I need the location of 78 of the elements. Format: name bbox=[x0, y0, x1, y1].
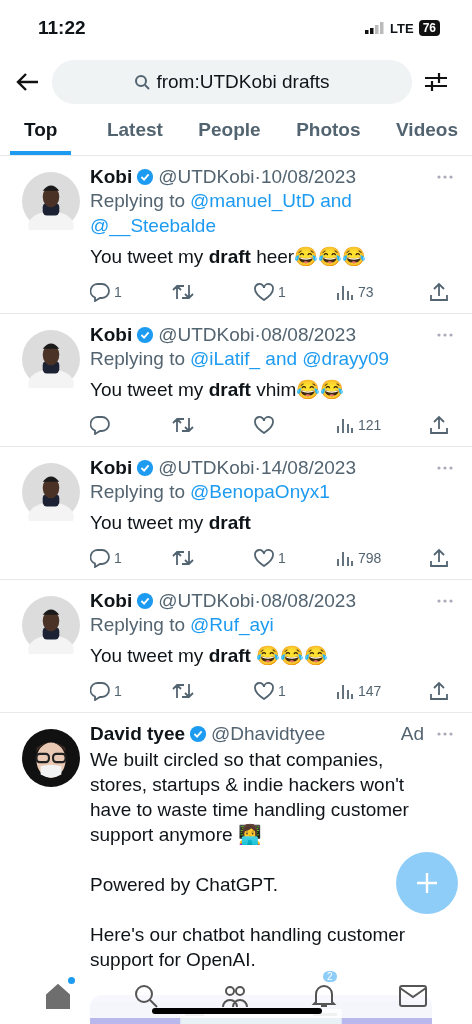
views-chart-icon[interactable] bbox=[336, 283, 354, 301]
ad-label: Ad bbox=[400, 723, 424, 745]
like-count: 1 bbox=[278, 284, 286, 300]
search-field[interactable]: from:UTDKobi drafts bbox=[52, 60, 412, 104]
author-name[interactable]: Kobi bbox=[90, 166, 133, 188]
author-handle: @UTDKobi·10/08/2023 bbox=[158, 166, 356, 188]
replying-to-label: Replying to bbox=[90, 480, 186, 504]
search-icon bbox=[134, 74, 151, 90]
share-icon[interactable] bbox=[430, 415, 448, 435]
filter-sliders-icon[interactable] bbox=[424, 71, 448, 93]
avatar[interactable] bbox=[22, 330, 80, 388]
retweet-icon[interactable] bbox=[172, 681, 194, 701]
search-tab[interactable]: Top bbox=[10, 108, 72, 155]
ad-text: We built circled so that companies, stores, startups & indie hackers won't have to waste time handling customer support anymore 👩‍💻 bbox=[90, 748, 410, 847]
notification-badge: 2 bbox=[323, 971, 337, 982]
tweet-text: You tweet my draft heer😂😂😂 bbox=[90, 245, 368, 269]
author-handle: @UTDKobi·14/08/2023 bbox=[158, 457, 356, 479]
heart-icon[interactable] bbox=[254, 549, 274, 567]
battery-level: 76 bbox=[418, 20, 440, 36]
tweet-text: You tweet my draft vhim😂😂 bbox=[90, 378, 346, 402]
author-handle: @UTDKobi·08/08/2023 bbox=[158, 324, 356, 346]
avatar[interactable] bbox=[22, 172, 80, 230]
like-count: 1 bbox=[278, 683, 286, 699]
bell-icon[interactable] bbox=[311, 983, 337, 1009]
network-label: LTE bbox=[390, 20, 414, 36]
replying-to-label: Replying to bbox=[90, 189, 186, 213]
reply-icon[interactable] bbox=[90, 681, 110, 701]
heart-icon[interactable] bbox=[254, 682, 274, 700]
reply-icon[interactable] bbox=[90, 415, 110, 435]
home-icon[interactable] bbox=[45, 983, 71, 1009]
like-count: 1 bbox=[278, 550, 286, 566]
reply-icon[interactable] bbox=[90, 548, 110, 568]
retweet-icon[interactable] bbox=[172, 415, 194, 435]
author-name[interactable]: Kobi bbox=[90, 590, 133, 612]
author-handle: @UTDKobi·08/08/2023 bbox=[158, 590, 356, 612]
retweet-icon[interactable] bbox=[172, 548, 194, 568]
search-tab[interactable]: Videos bbox=[396, 108, 458, 155]
plus-icon bbox=[415, 871, 439, 895]
author-name[interactable]: Kobi bbox=[90, 324, 133, 346]
tweet-text: You tweet my draft 😂😂😂 bbox=[90, 644, 330, 668]
people-icon[interactable] bbox=[221, 983, 249, 1009]
search-tab[interactable]: Photos bbox=[296, 108, 361, 155]
reply-count: 1 bbox=[114, 550, 122, 566]
reply-count: 1 bbox=[114, 284, 122, 300]
status-time: 11:22 bbox=[38, 17, 86, 39]
replying-to-label: Replying to bbox=[90, 347, 186, 371]
reply-count: 1 bbox=[114, 683, 122, 699]
view-count: 73 bbox=[358, 284, 374, 300]
heart-icon[interactable] bbox=[254, 416, 274, 434]
replying-to-label: Replying to bbox=[90, 613, 186, 637]
view-count: 121 bbox=[358, 417, 382, 433]
view-count: 798 bbox=[358, 550, 382, 566]
signal-icon bbox=[365, 22, 386, 34]
avatar[interactable] bbox=[22, 729, 80, 787]
search-icon[interactable] bbox=[133, 983, 159, 1009]
author-handle: @Dhavidtyee bbox=[211, 723, 326, 745]
search-tab[interactable]: People bbox=[198, 108, 261, 155]
author-name[interactable]: Kobi bbox=[90, 457, 133, 479]
avatar[interactable] bbox=[22, 596, 80, 654]
share-icon[interactable] bbox=[430, 282, 448, 302]
views-chart-icon[interactable] bbox=[336, 549, 354, 567]
mail-icon[interactable] bbox=[399, 985, 427, 1007]
view-count: 147 bbox=[358, 683, 382, 699]
share-icon[interactable] bbox=[430, 681, 448, 701]
ad-text: Here's our chatbot handling customer support for OpenAI. bbox=[90, 923, 407, 972]
avatar[interactable] bbox=[22, 463, 80, 521]
mention-link[interactable]: @BenopaOnyx1 bbox=[190, 479, 330, 504]
tweet-text: You tweet my draft bbox=[90, 511, 252, 535]
author-name[interactable]: David tyee bbox=[90, 723, 186, 745]
share-icon[interactable] bbox=[430, 548, 448, 568]
retweet-icon[interactable] bbox=[172, 282, 194, 302]
views-chart-icon[interactable] bbox=[336, 416, 354, 434]
heart-icon[interactable] bbox=[254, 283, 274, 301]
back-arrow-icon[interactable] bbox=[16, 72, 40, 92]
reply-icon[interactable] bbox=[90, 282, 110, 302]
search-tab[interactable]: Latest bbox=[106, 108, 163, 155]
ad-text: Powered by ChatGPT. bbox=[90, 873, 278, 897]
views-chart-icon[interactable] bbox=[336, 682, 354, 700]
